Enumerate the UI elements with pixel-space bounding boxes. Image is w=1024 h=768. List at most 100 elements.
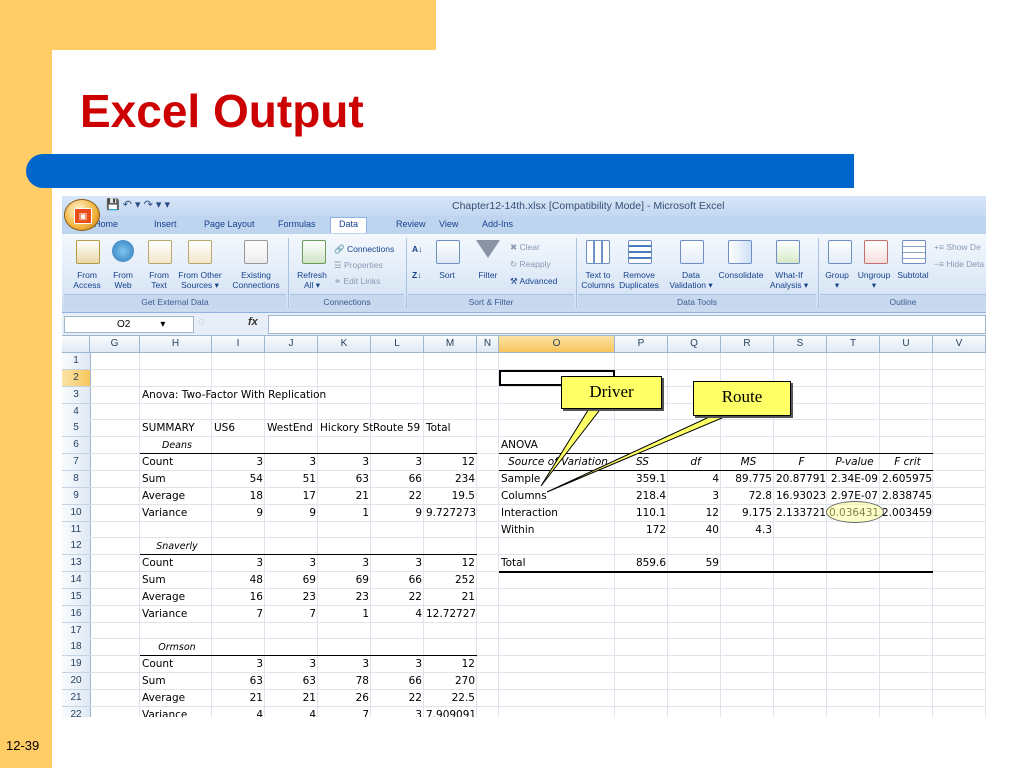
tab-add-ins[interactable]: Add-Ins [482,219,513,229]
row-header-16[interactable]: 16 [62,605,91,623]
anova-value-cell[interactable]: 172 [615,522,666,538]
value-cell[interactable]: 21 [318,488,369,504]
row-label-cell[interactable]: Sum [140,572,210,588]
row-header-18[interactable]: 18 [62,639,91,657]
name-box[interactable]: O2 ▾ [64,316,194,333]
group-name-cell[interactable]: Ormson [140,639,212,655]
column-header-i[interactable]: I [212,336,265,353]
column-header-j[interactable]: J [265,336,318,353]
value-cell[interactable]: 22 [371,488,422,504]
anova-value-cell[interactable]: 2.97E-07 [827,488,878,504]
anova-value-cell[interactable]: 359.1 [615,471,666,487]
value-cell[interactable]: 16 [212,589,263,605]
row-header-13[interactable]: 13 [62,555,91,573]
value-cell[interactable]: 23 [318,589,369,605]
value-cell[interactable]: 1 [318,606,369,622]
advanced-button[interactable]: ⚒ Advanced [510,276,557,286]
tab-insert[interactable]: Insert [154,219,177,229]
properties-button[interactable]: ☰ Properties [334,260,383,270]
group-name-cell[interactable]: Deans [140,437,212,453]
value-cell[interactable]: 3 [318,656,369,672]
from-access-button[interactable]: From Access [68,270,106,290]
anova-value-cell[interactable]: 59 [668,555,719,571]
column-header-u[interactable]: U [880,336,933,353]
value-cell[interactable]: 12 [424,656,475,672]
anova-value-cell[interactable]: 218.4 [615,488,666,504]
row-header-22[interactable]: 22 [62,706,91,717]
anova-value-cell[interactable]: 40 [668,522,719,538]
value-cell[interactable]: 3 [265,555,316,571]
anova-value-cell[interactable]: 2.605975 [880,471,932,487]
value-cell[interactable]: 22.5 [424,690,475,706]
anova-source-cell[interactable]: Within [499,522,613,538]
row-label-cell[interactable]: Count [140,555,210,571]
value-cell[interactable]: 4 [265,707,316,717]
row-header-5[interactable]: 5 [62,420,91,438]
value-cell[interactable]: 4 [371,606,422,622]
column-header-t[interactable]: T [827,336,880,353]
ungroup-button[interactable]: Ungroup ▾ [854,270,894,290]
what-if-analysis-button[interactable]: What-If Analysis ▾ [764,270,814,290]
row-header-12[interactable]: 12 [62,538,91,556]
anova-value-cell[interactable]: 0.036431 [827,505,879,521]
edit-links-button[interactable]: ⚭ Edit Links [334,276,380,286]
tab-page-layout[interactable]: Page Layout [204,219,255,229]
value-cell[interactable]: 26 [318,690,369,706]
value-cell[interactable]: 63 [318,471,369,487]
text-to-columns-button[interactable]: Text to Columns [578,270,618,290]
group-name-cell[interactable]: Snaverly [140,538,212,554]
row-label-cell[interactable]: Variance [140,505,210,521]
tab-formulas[interactable]: Formulas [278,219,316,229]
anova-value-cell[interactable]: 2.133721 [774,505,826,521]
data-validation-button[interactable]: Data Validation ▾ [664,270,718,290]
cancel-formula-icon[interactable]: ◌ [198,316,205,328]
anova-title-cell[interactable]: Anova: Two-Factor With Replication [140,387,442,403]
value-cell[interactable]: 12.72727 [424,606,476,622]
anova-source-cell[interactable]: Total [499,555,613,571]
row-label-cell[interactable]: Variance [140,707,210,717]
row-header-1[interactable]: 1 [62,353,91,370]
sort-descending-button[interactable]: Z↓ [412,270,421,280]
anova-value-cell[interactable]: 859.6 [615,555,666,571]
value-cell[interactable]: 69 [318,572,369,588]
value-cell[interactable]: 252 [424,572,475,588]
value-cell[interactable]: 54 [212,471,263,487]
value-cell[interactable]: 3 [371,656,422,672]
anova-header-cell[interactable]: SS [615,454,668,470]
value-cell[interactable]: 3 [212,656,263,672]
value-cell[interactable]: 3 [371,454,422,470]
value-cell[interactable]: 9 [265,505,316,521]
summary-header-cell[interactable]: SUMMARY [140,420,222,436]
value-cell[interactable]: 63 [212,673,263,689]
anova-value-cell[interactable]: 89.775 [721,471,772,487]
column-header-k[interactable]: K [318,336,371,353]
anova-value-cell[interactable]: 20.87791 [774,471,826,487]
value-cell[interactable]: 9 [212,505,263,521]
row-label-cell[interactable]: Average [140,488,210,504]
value-cell[interactable]: 4 [212,707,263,717]
column-header-r[interactable]: R [721,336,774,353]
column-header-s[interactable]: S [774,336,827,353]
summary-header-cell[interactable]: Total [424,420,506,436]
value-cell[interactable]: 23 [265,589,316,605]
anova-table-title[interactable]: ANOVA [499,437,613,453]
row-header-6[interactable]: 6 [62,437,91,455]
reapply-button[interactable]: ↻ Reapply [510,259,551,269]
row-label-cell[interactable]: Variance [140,606,210,622]
anova-source-cell[interactable]: Sample [499,471,613,487]
value-cell[interactable]: 51 [265,471,316,487]
anova-value-cell[interactable]: 3 [668,488,719,504]
row-label-cell[interactable]: Average [140,589,210,605]
anova-value-cell[interactable]: 4 [668,471,719,487]
value-cell[interactable]: 3 [371,707,422,717]
value-cell[interactable]: 7 [265,606,316,622]
row-header-7[interactable]: 7 [62,454,91,472]
anova-source-cell[interactable]: Columns [499,488,613,504]
column-header-p[interactable]: P [615,336,668,353]
remove-duplicates-button[interactable]: Remove Duplicates [616,270,662,290]
row-header-15[interactable]: 15 [62,588,91,606]
quick-access-toolbar[interactable]: 💾 ↶ ▾ ↷ ▾ ▾ [106,198,170,211]
anova-value-cell[interactable]: 12 [668,505,719,521]
value-cell[interactable]: 66 [371,471,422,487]
row-header-11[interactable]: 11 [62,521,91,539]
